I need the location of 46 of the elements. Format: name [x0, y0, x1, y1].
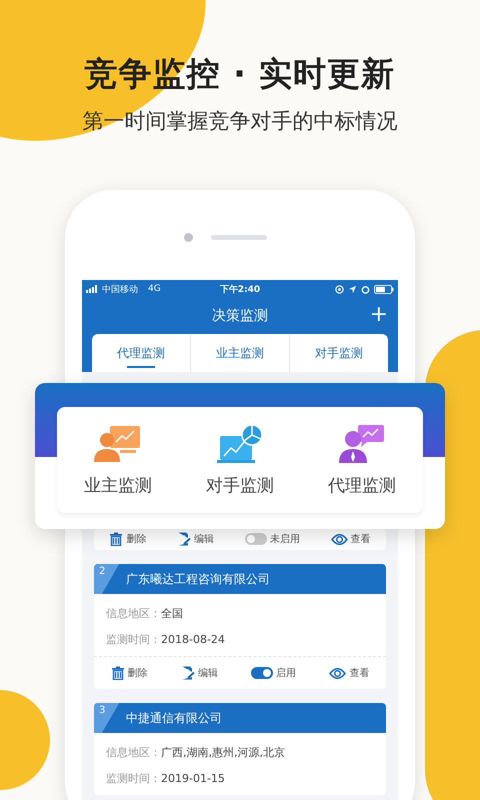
lock-rotation-icon: [335, 284, 344, 294]
person-chart-icon: [94, 424, 142, 464]
company-name: 广东曦达工程咨询有限公司: [126, 570, 270, 588]
field-label: 信息地区：: [106, 744, 161, 760]
trash-icon: [109, 532, 124, 546]
delete-button[interactable]: 删除: [110, 666, 148, 680]
tab[interactable]: 业主监测: [191, 334, 290, 372]
person-speech-bubble-icon: [338, 424, 386, 464]
trash-icon: [110, 666, 125, 680]
edit-button[interactable]: 编辑: [180, 666, 218, 680]
edit-button[interactable]: 编辑: [177, 532, 214, 546]
number-tag: 3: [94, 703, 122, 733]
network-label: 4G: [148, 284, 161, 294]
camera-icon: [184, 233, 192, 242]
tab[interactable]: 对手监测: [290, 334, 388, 372]
edit-icon: [180, 666, 195, 680]
eye-icon: [329, 668, 346, 678]
company-name: 中捷通信有限公司: [126, 710, 222, 726]
field-value: 全国: [161, 606, 183, 620]
view-button[interactable]: 查看: [330, 532, 371, 546]
field-label: 信息地区：: [106, 606, 161, 620]
status-time: 下午2:40: [220, 284, 260, 296]
field-label: 监测时间：: [106, 770, 161, 786]
number-tag: 2: [94, 564, 122, 594]
add-button[interactable]: +: [368, 304, 390, 326]
field-value: 2019-01-15: [161, 772, 225, 784]
view-button[interactable]: 查看: [329, 666, 370, 680]
delete-button[interactable]: 删除: [109, 532, 146, 546]
speaker-slot: [210, 235, 266, 240]
carrier-label: 中国移动: [102, 284, 138, 296]
location-icon: [348, 284, 357, 294]
tab[interactable]: 代理监测: [92, 334, 191, 372]
monitor-option[interactable]: 业主监测: [84, 424, 152, 496]
eye-icon: [330, 534, 348, 544]
screen-title: 决策监测: [212, 307, 268, 325]
monitor-option[interactable]: 代理监测: [328, 424, 396, 496]
laptop-pie-chart-icon: [216, 424, 264, 464]
edit-icon: [177, 532, 192, 546]
monitor-option[interactable]: 对手监测: [206, 424, 274, 496]
battery-icon: [374, 284, 394, 294]
field-value: 广西,湖南,惠州,河源,北京: [161, 744, 285, 760]
field-value: 2018-08-24: [161, 632, 225, 646]
field-label: 监测时间：: [106, 632, 161, 646]
signal-icon: [86, 285, 98, 293]
enable-toggle[interactable]: 启用: [251, 666, 296, 680]
enable-toggle[interactable]: 未启用: [244, 532, 300, 546]
